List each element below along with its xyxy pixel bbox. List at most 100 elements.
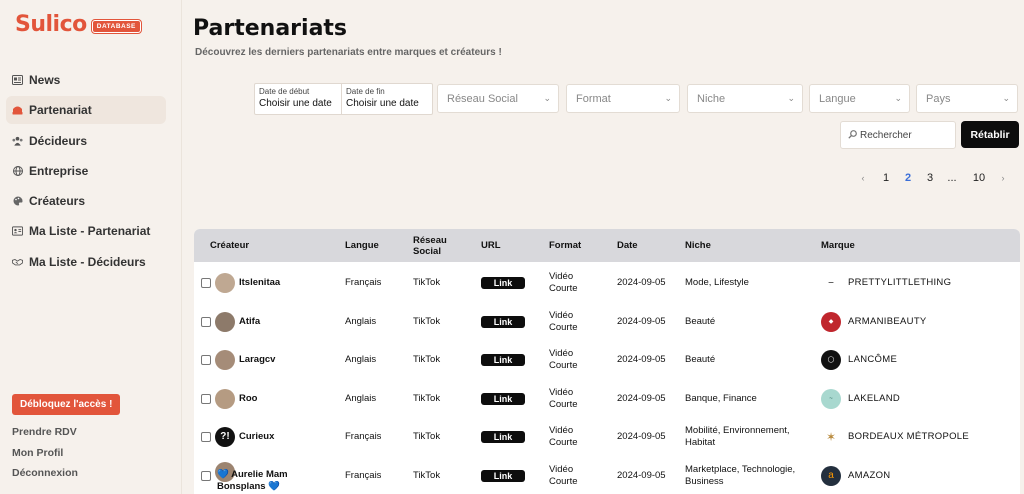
row-checkbox[interactable] bbox=[201, 355, 211, 366]
brand-name: AMAZON bbox=[848, 469, 891, 481]
niche-cell: Mobilité, Environnement, Habitat bbox=[685, 425, 790, 449]
reset-button[interactable]: Rétablir bbox=[961, 121, 1019, 148]
creator-name[interactable]: Roo bbox=[239, 380, 257, 419]
sidebar-item-label: Ma Liste - Partenariat bbox=[29, 224, 151, 239]
select-label: Niche bbox=[697, 92, 726, 105]
date-start-value: Choisir une date bbox=[259, 98, 332, 109]
niche-cell: Marketplace, Technologie, Business bbox=[685, 463, 796, 487]
creator-name[interactable]: 💙 Aurelie Mam Bonsplans 💙 bbox=[217, 462, 327, 494]
row-checkbox[interactable] bbox=[201, 393, 211, 404]
date-cell: 2024-09-05 bbox=[617, 315, 666, 327]
brand-cell[interactable]: a AMAZON bbox=[821, 457, 890, 494]
brand-cell[interactable]: ✶ BORDEAUX MÉTROPOLE bbox=[821, 418, 969, 457]
row-checkbox[interactable] bbox=[201, 432, 211, 443]
table-row: Laragcv Anglais TikTok Link Vidéo Courte… bbox=[194, 341, 1020, 380]
brand-name: LANCÔME bbox=[848, 354, 898, 366]
partnerships-table: Créateur Langue Réseau Social URL Format… bbox=[194, 229, 1020, 494]
sidebar-item-ma-liste-decideurs[interactable]: Ma Liste - Décideurs bbox=[6, 248, 166, 276]
link-button[interactable]: Link bbox=[481, 392, 525, 405]
network-cell: TikTok bbox=[413, 354, 441, 366]
creator-name[interactable]: Laragcv bbox=[239, 341, 275, 380]
social-network-select[interactable]: Réseau Social ⌄ bbox=[437, 84, 559, 113]
sidebar-nav: News Partenariat Décideurs Entreprise Cr… bbox=[6, 66, 166, 278]
link-button[interactable]: Link bbox=[481, 277, 525, 290]
column-header-brand[interactable]: Marque bbox=[821, 229, 855, 262]
brand-cell[interactable]: ~ LAKELAND bbox=[821, 380, 900, 419]
creator-cell bbox=[194, 457, 235, 494]
column-header-url[interactable]: URL bbox=[481, 229, 501, 262]
link-button[interactable]: Link bbox=[481, 315, 525, 328]
url-cell: Link bbox=[481, 303, 525, 342]
format-cell: Vidéo Courte bbox=[549, 386, 578, 410]
row-checkbox[interactable] bbox=[201, 278, 211, 289]
column-header-niche[interactable]: Niche bbox=[685, 229, 711, 262]
column-header-creator[interactable]: Créateur bbox=[210, 229, 249, 262]
brand-logo: ━━ bbox=[821, 273, 841, 294]
brand-cell[interactable]: ◯ LANCÔME bbox=[821, 341, 897, 380]
niche-select[interactable]: Niche ⌄ bbox=[687, 84, 803, 113]
search-placeholder: Rechercher bbox=[860, 129, 912, 141]
sidebar-item-ma-liste-partenariat[interactable]: Ma Liste - Partenariat bbox=[6, 217, 166, 245]
sidebar-item-decideurs[interactable]: Décideurs bbox=[6, 127, 166, 155]
table-row: Atifa Anglais TikTok Link Vidéo Courte 2… bbox=[194, 303, 1020, 342]
date-end-field[interactable]: Date de fin Choisir une date bbox=[342, 84, 432, 114]
sidebar-item-news[interactable]: News bbox=[6, 66, 166, 94]
link-button[interactable]: Link bbox=[481, 354, 525, 367]
column-header-date[interactable]: Date bbox=[617, 229, 638, 262]
brand-logo: a bbox=[821, 465, 841, 486]
language-select[interactable]: Langue ⌄ bbox=[809, 84, 910, 113]
row-checkbox[interactable] bbox=[201, 470, 211, 481]
brand-logo: ◆ bbox=[821, 311, 841, 332]
brand-logo: ✶ bbox=[821, 427, 841, 448]
book-meeting-link[interactable]: Prendre RDV bbox=[12, 422, 78, 443]
profile-link[interactable]: Mon Profil bbox=[12, 443, 78, 464]
row-checkbox[interactable] bbox=[201, 316, 211, 327]
date-cell: 2024-09-05 bbox=[617, 277, 666, 289]
id-card-icon bbox=[12, 226, 23, 237]
language-cell: Anglais bbox=[345, 392, 377, 404]
creator-name[interactable]: Curieux bbox=[239, 418, 274, 457]
search-input[interactable]: Rechercher bbox=[840, 121, 956, 149]
sidebar-item-entreprise[interactable]: Entreprise bbox=[6, 157, 166, 185]
next-page-button[interactable]: › bbox=[995, 173, 1011, 183]
column-header-format[interactable]: Format bbox=[549, 229, 581, 262]
brand-cell[interactable]: ━━ PRETTYLITTLETHING bbox=[821, 264, 951, 303]
chevron-down-icon: ⌄ bbox=[787, 93, 795, 103]
page-10-link[interactable]: 10 bbox=[963, 172, 995, 184]
language-cell: Français bbox=[345, 277, 382, 289]
date-range-picker: Date de début Choisir une date Date de f… bbox=[254, 83, 433, 115]
column-header-language[interactable]: Langue bbox=[345, 229, 379, 262]
chevron-down-icon: ⌄ bbox=[1002, 93, 1010, 103]
link-button[interactable]: Link bbox=[481, 431, 525, 444]
date-start-field[interactable]: Date de début Choisir une date bbox=[255, 84, 342, 114]
page-1-link[interactable]: 1 bbox=[875, 172, 897, 184]
country-select[interactable]: Pays ⌄ bbox=[916, 84, 1018, 113]
format-cell: Vidéo Courte bbox=[549, 271, 578, 295]
creator-name[interactable]: Itslenitaa bbox=[239, 264, 280, 303]
creator-name[interactable]: Atifa bbox=[239, 303, 260, 342]
language-cell: Français bbox=[345, 469, 382, 481]
sidebar-item-createurs[interactable]: Créateurs bbox=[6, 187, 166, 215]
unlock-access-button[interactable]: Débloquez l'accès ! bbox=[12, 394, 121, 415]
avatar: ?! bbox=[215, 427, 235, 448]
column-header-network[interactable]: Réseau Social bbox=[413, 229, 463, 262]
date-end-label: Date de fin bbox=[346, 87, 385, 96]
format-select[interactable]: Format ⌄ bbox=[566, 84, 680, 113]
table-row: 💙 Aurelie Mam Bonsplans 💙 Français TikTo… bbox=[194, 457, 1020, 494]
sidebar-item-partenariat[interactable]: Partenariat bbox=[6, 96, 166, 125]
select-label: Langue bbox=[819, 92, 856, 105]
network-cell: TikTok bbox=[413, 431, 441, 443]
prev-page-button[interactable]: ‹ bbox=[855, 173, 871, 183]
select-label: Format bbox=[576, 92, 611, 105]
page-title: Partenariats bbox=[193, 16, 348, 41]
link-button[interactable]: Link bbox=[481, 469, 525, 482]
logo[interactable]: Sulico DATABASE bbox=[15, 12, 142, 37]
logout-link[interactable]: Déconnexion bbox=[12, 463, 78, 484]
page-3-link[interactable]: 3 bbox=[919, 172, 941, 184]
brand-cell[interactable]: ◆ ARMANIBEAUTY bbox=[821, 303, 927, 342]
page-2-link[interactable]: 2 bbox=[897, 172, 919, 184]
sidebar-item-label: News bbox=[29, 73, 61, 87]
logo-badge: DATABASE bbox=[90, 18, 142, 34]
table-header: Créateur Langue Réseau Social URL Format… bbox=[194, 229, 1020, 262]
network-cell: TikTok bbox=[413, 315, 441, 327]
